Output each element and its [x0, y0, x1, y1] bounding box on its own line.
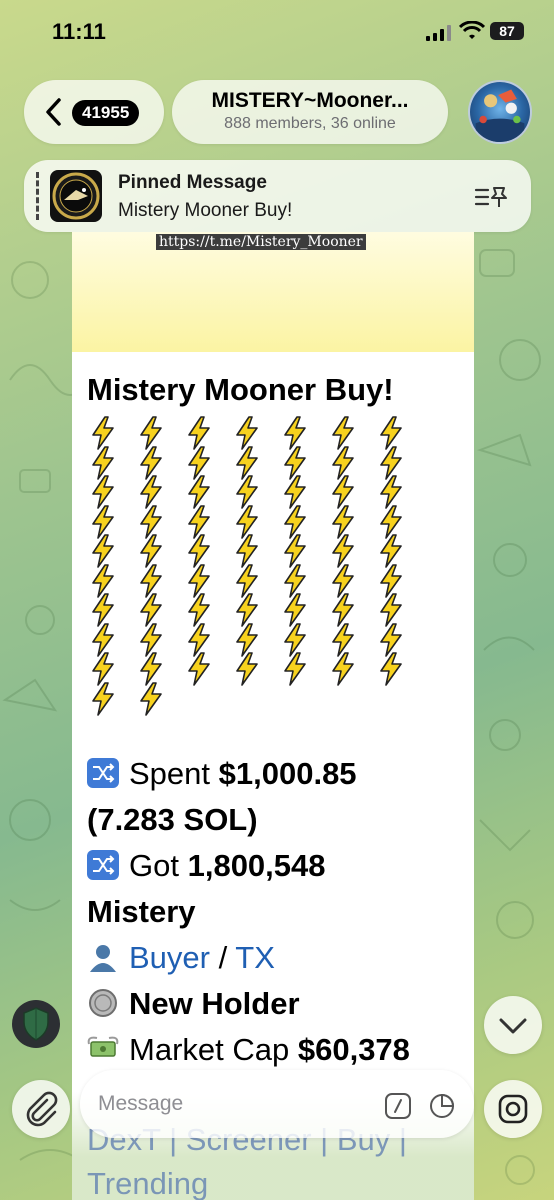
money-wings-icon: [87, 1036, 119, 1057]
shuffle-icon: [87, 850, 119, 880]
lightning-icon: [90, 681, 116, 716]
lightning-icon: [138, 681, 164, 716]
pinned-text: Mistery Mooner Buy!: [118, 200, 293, 221]
links-line-2[interactable]: Trending: [87, 1166, 208, 1200]
pinned-message-bar[interactable]: Pinned Message Mistery Mooner Buy!: [24, 160, 531, 232]
instagram-camera-icon: [498, 1094, 528, 1124]
lightning-icon: [282, 652, 308, 686]
status-bar: 11:11 87: [0, 0, 554, 60]
market-cap-line: Market Cap $60,378: [87, 1032, 410, 1068]
wifi-icon: [459, 21, 485, 39]
spent-label: Spent: [129, 756, 211, 791]
market-cap-label: Market Cap: [129, 1032, 290, 1067]
scroll-to-bottom-button[interactable]: [484, 996, 542, 1054]
spent-sol: (7.283 SOL): [87, 802, 258, 837]
shield-button[interactable]: [12, 1000, 60, 1048]
message-input[interactable]: [98, 1084, 368, 1124]
chat-title: MISTERY~Mooner...: [211, 89, 409, 112]
message-bubble[interactable]: https://t.me/Mistery_Mooner Mistery Moon…: [72, 232, 474, 1200]
spent-value: $1,000.85: [218, 756, 357, 791]
camera-button[interactable]: [484, 1080, 542, 1138]
attach-button[interactable]: [12, 1080, 70, 1138]
token-name: Mistery: [87, 894, 196, 929]
market-cap-value: $60,378: [297, 1032, 410, 1067]
person-silhouette-icon: [90, 945, 116, 972]
coin-icon: [89, 989, 117, 1017]
timer-icon[interactable]: [428, 1092, 456, 1120]
chat-subtitle: 888 members, 36 online: [224, 115, 396, 132]
chat-header-info[interactable]: MISTERY~Mooner... 888 members, 36 online: [172, 80, 448, 144]
chevron-left-icon: [46, 98, 61, 126]
spent-line: Spent $1,000.85: [87, 756, 357, 792]
lightning-emoji-grid: [90, 416, 440, 716]
got-label: Got: [129, 848, 179, 883]
shuffle-icon: [87, 758, 119, 788]
pinned-list-icon[interactable]: [474, 184, 508, 210]
pinned-indicator: [36, 172, 39, 220]
avatar-artwork-icon: [475, 89, 525, 142]
cellular-signal-icon: [426, 25, 451, 41]
group-avatar[interactable]: [468, 80, 532, 144]
pinned-thumbnail: [50, 170, 102, 222]
chevron-down-icon: [499, 1018, 527, 1034]
new-holder-line: New Holder: [87, 986, 300, 1022]
shield-icon: [23, 1007, 49, 1041]
battery-indicator: 87: [490, 22, 524, 40]
buyer-link[interactable]: Buyer: [129, 940, 210, 975]
separator: /: [218, 940, 228, 975]
tx-link[interactable]: TX: [235, 940, 275, 975]
got-line: Got 1,800,548: [87, 848, 326, 884]
back-button[interactable]: 41955: [24, 80, 164, 144]
unread-count-badge: 41955: [72, 100, 140, 126]
new-holder-label: New Holder: [129, 986, 300, 1021]
image-link-caption[interactable]: https://t.me/Mistery_Mooner: [156, 234, 366, 250]
message-composer[interactable]: [80, 1070, 474, 1138]
buyer-tx-line: Buyer / TX: [87, 940, 275, 976]
message-image[interactable]: https://t.me/Mistery_Mooner: [72, 232, 474, 352]
lightning-icon: [186, 652, 212, 686]
lightning-icon: [330, 652, 356, 686]
lightning-icon: [378, 652, 404, 686]
bot-commands-icon[interactable]: [384, 1092, 412, 1120]
paperclip-icon: [26, 1091, 58, 1127]
lightning-icon: [234, 652, 260, 686]
mistery-mooner-logo-icon: [52, 172, 100, 220]
got-value: 1,800,548: [187, 848, 326, 883]
message-title: Mistery Mooner Buy!: [87, 372, 394, 407]
status-time: 11:11: [52, 19, 106, 44]
pinned-label: Pinned Message: [118, 172, 267, 193]
